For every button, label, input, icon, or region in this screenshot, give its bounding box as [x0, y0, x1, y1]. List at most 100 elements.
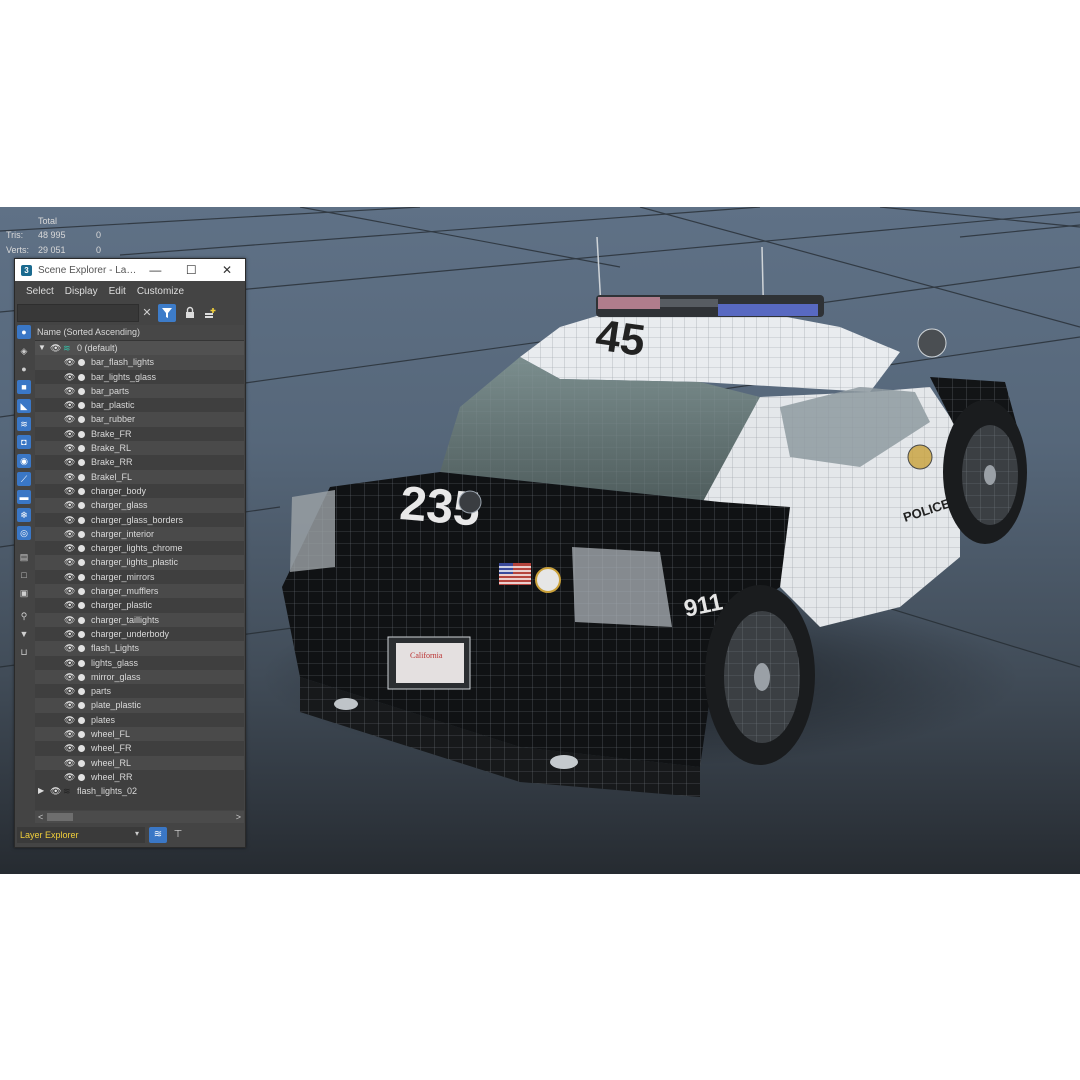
object-dot-icon[interactable]	[78, 573, 85, 581]
object-row[interactable]: 👁 Brake_FR	[35, 427, 244, 441]
window-titlebar[interactable]: 3 Scene Explorer - Laye... — ☐ ✕	[15, 259, 245, 281]
filter-icon[interactable]	[158, 304, 176, 322]
object-row[interactable]: 👁 wheel_RL	[35, 755, 244, 770]
object-dot-icon[interactable]	[78, 473, 85, 481]
object-row[interactable]: 👁 wheel_RR	[35, 770, 244, 784]
eye-icon[interactable]: 👁	[64, 412, 75, 426]
object-row[interactable]: 👁 charger_interior	[35, 526, 244, 542]
object-row[interactable]: 👁 charger_taillights	[35, 612, 244, 627]
object-row[interactable]: 👁 lights_glass	[35, 656, 244, 670]
object-row[interactable]: 👁 charger_glass_borders	[35, 513, 244, 527]
minimize-button[interactable]: —	[138, 263, 174, 277]
eye-icon[interactable]: 👁	[50, 784, 61, 798]
object-row[interactable]: 👁 wheel_FR	[35, 741, 244, 755]
eye-icon[interactable]: 👁	[64, 656, 75, 670]
helper-icon[interactable]: ≋	[17, 417, 31, 431]
light-icon[interactable]: ●	[17, 362, 31, 376]
object-dot-icon[interactable]	[78, 673, 85, 681]
eye-icon[interactable]: 👁	[64, 741, 75, 755]
object-dot-icon[interactable]	[78, 387, 85, 395]
object-row[interactable]: 👁 Brakel_FL	[35, 469, 244, 484]
select-none-icon[interactable]: □	[17, 568, 31, 582]
object-row[interactable]: 👁 charger_mirrors	[35, 570, 244, 584]
eye-icon[interactable]: 👁	[64, 641, 75, 655]
object-row[interactable]: 👁 bar_lights_glass	[35, 370, 244, 384]
object-dot-icon[interactable]	[78, 487, 85, 495]
spacewarp-icon[interactable]: ◘	[17, 435, 31, 449]
object-dot-icon[interactable]	[78, 445, 85, 453]
object-row[interactable]: 👁 charger_mufflers	[35, 584, 244, 599]
eye-icon[interactable]: 👁	[64, 670, 75, 684]
eye-icon[interactable]: 👁	[64, 370, 75, 384]
object-dot-icon[interactable]	[78, 559, 85, 567]
sort-by-layer-icon[interactable]: ≋	[149, 827, 167, 843]
camera-icon[interactable]: ■	[17, 380, 31, 394]
hidden-icon[interactable]: ◎	[17, 526, 31, 540]
object-row[interactable]: 👁 charger_body	[35, 484, 244, 498]
shape-icon[interactable]: ◣	[17, 399, 31, 413]
expand-arrow-icon[interactable]: ▶	[38, 784, 44, 798]
object-row[interactable]: 👁 bar_flash_lights	[35, 355, 244, 370]
clear-search-icon[interactable]: ✕	[138, 304, 156, 322]
select-all-icon[interactable]: ▤	[17, 550, 31, 564]
add-layer-icon[interactable]	[201, 304, 219, 322]
bone-icon[interactable]: ⟋	[17, 472, 31, 486]
object-dot-icon[interactable]	[78, 602, 85, 610]
eye-icon[interactable]: 👁	[64, 698, 75, 712]
scene-explorer-window[interactable]: 3 Scene Explorer - Laye... — ☐ ✕ Select …	[14, 258, 246, 848]
eye-icon[interactable]: 👁	[64, 555, 75, 569]
search-input[interactable]	[17, 304, 139, 322]
object-dot-icon[interactable]	[78, 588, 85, 596]
scroll-right-icon[interactable]: >	[236, 811, 241, 823]
layer-tree[interactable]: Name (Sorted Ascending) ▼ 👁 ≋ 0 (default…	[35, 325, 244, 810]
eye-icon[interactable]: 👁	[64, 498, 75, 512]
object-dot-icon[interactable]	[78, 516, 85, 524]
eye-icon[interactable]: 👁	[64, 513, 75, 527]
object-row[interactable]: 👁 Brake_RL	[35, 441, 244, 456]
object-row[interactable]: 👁 charger_underbody	[35, 627, 244, 641]
object-dot-icon[interactable]	[78, 502, 85, 510]
object-row[interactable]: 👁 charger_lights_chrome	[35, 541, 244, 555]
eye-icon[interactable]: 👁	[64, 441, 75, 455]
lock-icon[interactable]	[181, 304, 199, 322]
eye-icon[interactable]: 👁	[64, 770, 75, 784]
object-dot-icon[interactable]	[78, 645, 85, 653]
display-all-icon[interactable]: ●	[17, 325, 31, 339]
object-dot-icon[interactable]	[78, 630, 85, 638]
sort-by-hierarchy-icon[interactable]: ⊤	[169, 827, 187, 843]
object-row[interactable]: 👁 Brake_RR	[35, 455, 244, 469]
object-dot-icon[interactable]	[78, 745, 85, 753]
eye-icon[interactable]: 👁	[64, 727, 75, 741]
column-header-name[interactable]: Name (Sorted Ascending)	[35, 325, 244, 341]
object-row[interactable]: 👁 plate_plastic	[35, 698, 244, 713]
object-dot-icon[interactable]	[78, 659, 85, 667]
filter-toggle-icon[interactable]: ▼	[17, 627, 31, 641]
eye-icon[interactable]: 👁	[64, 613, 75, 627]
eye-icon[interactable]: 👁	[64, 527, 75, 541]
object-row[interactable]: 👁 bar_plastic	[35, 398, 244, 412]
eye-icon[interactable]: 👁	[64, 470, 75, 484]
container-icon[interactable]: ▬	[17, 490, 31, 504]
menu-select[interactable]: Select	[26, 286, 54, 297]
sync-selection-icon[interactable]: ⊔	[17, 645, 31, 659]
object-dot-icon[interactable]	[78, 359, 85, 367]
eye-icon[interactable]: 👁	[64, 355, 75, 369]
close-button[interactable]: ✕	[209, 263, 245, 277]
object-dot-icon[interactable]	[78, 688, 85, 696]
object-row[interactable]: 👁 charger_glass	[35, 498, 244, 513]
menu-display[interactable]: Display	[65, 286, 98, 297]
object-dot-icon[interactable]	[78, 731, 85, 739]
object-dot-icon[interactable]	[78, 373, 85, 381]
eye-icon[interactable]: 👁	[64, 455, 75, 469]
object-row[interactable]: 👁 flash_Lights	[35, 641, 244, 656]
eye-icon[interactable]: 👁	[64, 484, 75, 498]
object-dot-icon[interactable]	[78, 530, 85, 538]
filter-options-icon[interactable]: ⚲	[17, 609, 31, 623]
dropdown-arrow-icon[interactable]: ▾	[135, 829, 139, 838]
object-dot-icon[interactable]	[78, 402, 85, 410]
explorer-type-dropdown[interactable]: Layer Explorer	[17, 827, 145, 843]
object-dot-icon[interactable]	[78, 702, 85, 710]
eye-icon[interactable]: 👁	[64, 627, 75, 641]
object-dot-icon[interactable]	[78, 416, 85, 424]
layer-row-default[interactable]: ▼ 👁 ≋ 0 (default)	[35, 341, 244, 356]
